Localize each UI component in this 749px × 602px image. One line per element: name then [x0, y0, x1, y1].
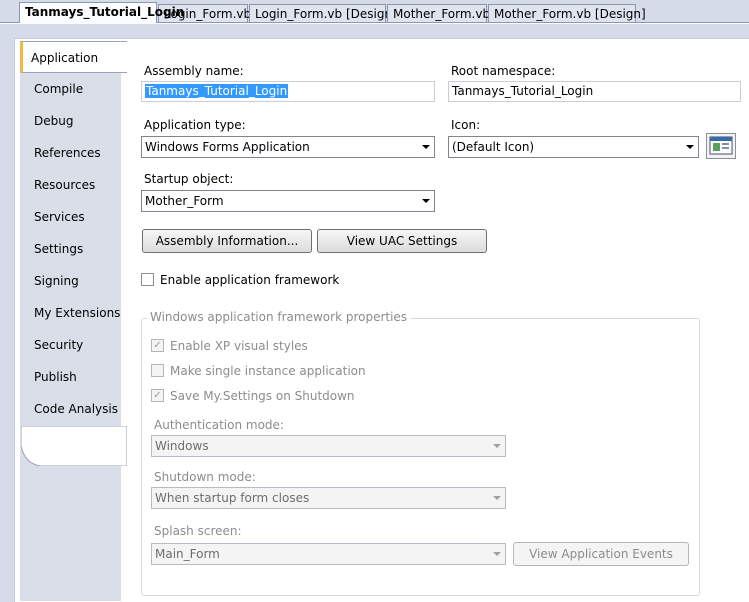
document-tab-strip: Tanmays_Tutorial_Login Login_Form.vb Log…: [0, 0, 749, 25]
side-tab-code-analysis[interactable]: Code Analysis: [26, 393, 125, 425]
side-tab-application[interactable]: Application: [20, 41, 127, 73]
enable-framework-checkbox[interactable]: [141, 273, 154, 286]
side-tab-my-extensions[interactable]: My Extensions: [26, 297, 125, 329]
xp-styles-label: Enable XP visual styles: [170, 339, 308, 353]
auth-mode-value: Windows: [155, 439, 209, 453]
side-tab-publish[interactable]: Publish: [26, 361, 125, 393]
view-application-events-button: View Application Events: [513, 542, 689, 566]
side-tab-settings[interactable]: Settings: [26, 233, 125, 265]
assembly-information-button[interactable]: Assembly Information...: [142, 229, 312, 253]
shutdown-mode-select: When startup form closes: [151, 487, 506, 509]
tab-mother-form-code[interactable]: Mother_Form.vb: [387, 4, 490, 22]
assembly-name-label: Assembly name:: [144, 64, 244, 78]
side-tab-references[interactable]: References: [26, 137, 125, 169]
application-type-select[interactable]: Windows Forms Application: [141, 136, 435, 158]
side-tab-services[interactable]: Services: [26, 201, 125, 233]
root-namespace-input[interactable]: Tanmays_Tutorial_Login: [448, 81, 741, 102]
auth-mode-select: Windows: [151, 435, 506, 457]
side-tab-compile[interactable]: Compile: [26, 73, 125, 105]
assembly-name-input[interactable]: Tanmays_Tutorial_Login: [141, 81, 435, 102]
auth-mode-label: Authentication mode:: [154, 418, 284, 432]
single-instance-checkbox: [151, 364, 164, 377]
icon-preview-button[interactable]: [706, 133, 736, 159]
shutdown-mode-value: When startup form closes: [155, 491, 310, 505]
shutdown-mode-label: Shutdown mode:: [154, 470, 256, 484]
xp-styles-checkbox: ✓: [151, 339, 164, 352]
chevron-down-icon: [422, 145, 430, 149]
save-settings-checkbox: ✓: [151, 389, 164, 402]
chevron-down-icon: [493, 444, 501, 448]
side-tab-security[interactable]: Security: [26, 329, 125, 361]
application-window-icon: [709, 136, 733, 155]
tab-login-form-design[interactable]: Login_Form.vb [Design]: [249, 4, 397, 22]
startup-object-value: Mother_Form: [145, 194, 224, 208]
single-instance-label: Make single instance application: [170, 364, 366, 378]
icon-select[interactable]: (Default Icon): [448, 136, 699, 158]
side-tab-bottom-curve: [21, 426, 127, 466]
save-settings-label: Save My.Settings on Shutdown: [170, 389, 355, 403]
application-type-value: Windows Forms Application: [145, 140, 310, 154]
side-tab-signing[interactable]: Signing: [26, 265, 125, 297]
tab-project-properties[interactable]: Tanmays_Tutorial_Login: [19, 2, 184, 23]
icon-label: Icon:: [451, 118, 481, 132]
icon-value: (Default Icon): [452, 140, 535, 154]
side-tab-debug[interactable]: Debug: [26, 105, 125, 137]
root-namespace-label: Root namespace:: [451, 64, 556, 78]
splash-screen-value: Main_Form: [155, 547, 220, 561]
tab-mother-form-design[interactable]: Mother_Form.vb [Design]: [488, 4, 646, 22]
framework-properties-title: Windows application framework properties: [147, 310, 411, 324]
chevron-down-icon: [493, 496, 501, 500]
chevron-down-icon: [422, 199, 430, 203]
assembly-name-value: Tanmays_Tutorial_Login: [145, 84, 289, 98]
application-type-label: Application type:: [144, 118, 246, 132]
enable-framework-label: Enable application framework: [160, 273, 340, 287]
side-tab-resources[interactable]: Resources: [26, 169, 125, 201]
view-uac-settings-button[interactable]: View UAC Settings: [317, 229, 487, 253]
startup-object-select[interactable]: Mother_Form: [141, 190, 435, 212]
startup-object-label: Startup object:: [144, 172, 234, 186]
splash-screen-label: Splash screen:: [154, 524, 242, 538]
chevron-down-icon: [686, 145, 694, 149]
splash-screen-select: Main_Form: [151, 543, 506, 565]
chevron-down-icon: [493, 552, 501, 556]
